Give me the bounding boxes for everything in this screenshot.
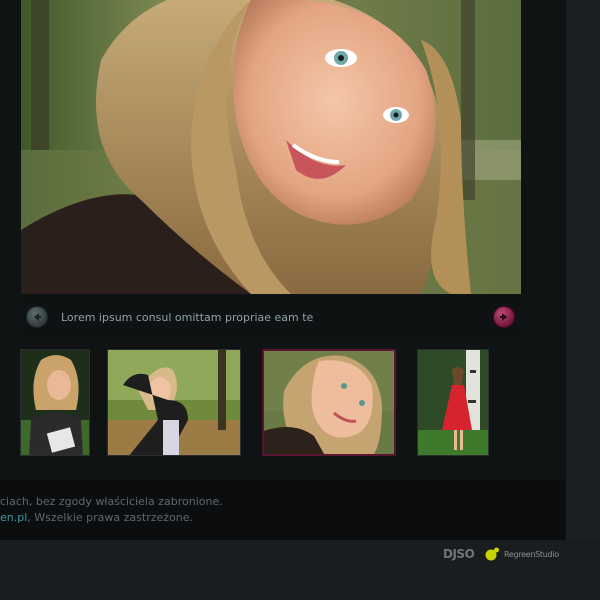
thumbnail-1[interactable] <box>20 349 90 456</box>
previous-button[interactable] <box>26 306 48 328</box>
next-button[interactable] <box>493 306 515 328</box>
regreen-studio-name: RegreenStudio <box>504 549 559 559</box>
thumbnail-2[interactable] <box>107 349 241 456</box>
page-gutter <box>566 0 600 540</box>
hero-photo-image <box>21 0 521 294</box>
footer-site-link[interactable]: en.pl <box>0 511 27 524</box>
regreen-logo-icon <box>485 547 499 561</box>
footer <box>0 480 566 540</box>
djso-logo[interactable]: DJSO <box>443 547 475 561</box>
footer-copyright-notice: ciach, bez zgody właściciela zabronione. <box>0 495 223 508</box>
thumbnail-1-image <box>21 350 89 455</box>
thumbnail-2-image <box>108 350 240 455</box>
hero-photo <box>21 0 521 294</box>
footer-rights-text: , Wszelkie prawa zastrzeżone. <box>27 511 194 524</box>
photo-caption: Lorem ipsum consul omittam propriae eam … <box>61 311 314 324</box>
thumbnail-3-selected[interactable] <box>262 349 396 456</box>
footer-rights-line: en.pl, Wszelkie prawa zastrzeżone. <box>0 511 193 524</box>
thumbnail-3-image <box>264 351 394 454</box>
thumbnail-4[interactable] <box>417 349 489 456</box>
arrow-left-icon <box>34 313 41 321</box>
regreen-studio-logo[interactable]: RegreenStudio <box>484 545 559 563</box>
footer-line-1: ciach, bez zgody właściciela zabronione. <box>0 495 223 508</box>
thumbnail-4-image <box>418 350 488 455</box>
arrow-right-icon <box>500 313 507 321</box>
